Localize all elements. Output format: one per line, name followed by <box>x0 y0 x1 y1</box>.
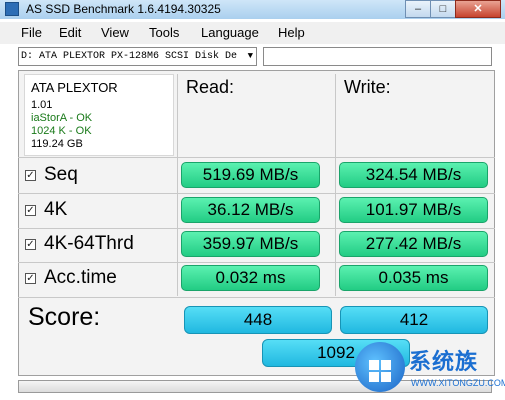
row-divider <box>18 297 495 298</box>
title-bar: AS SSD Benchmark 1.6.4194.30325 – □ ✕ <box>0 0 505 19</box>
watermark-logo-icon <box>355 342 405 392</box>
drive-select-value: D: ATA PLEXTOR PX-128M6 SCSI Disk De <box>21 51 238 62</box>
drive-model: ATA PLEXTOR <box>31 80 118 95</box>
window-title: AS SSD Benchmark 1.6.4194.30325 <box>26 2 221 16</box>
4k-label: 4K <box>44 199 68 220</box>
minimize-button[interactable]: – <box>405 0 431 18</box>
acctime-label: Acc.time <box>44 267 117 288</box>
watermark-url: WWW.XITONGZU.COM <box>411 378 505 388</box>
menu-file[interactable]: File <box>21 25 42 40</box>
write-header: Write: <box>344 77 391 97</box>
windows-logo-icon <box>369 360 391 382</box>
read-header: Read: <box>186 77 235 97</box>
menu-language[interactable]: Language <box>201 25 259 40</box>
drive-info-field[interactable] <box>263 47 492 66</box>
score-read: 448 <box>184 306 332 334</box>
watermark: 系统族 WWW.XITONGZU.COM <box>355 338 505 400</box>
app-icon <box>5 2 19 16</box>
menu-bar: File Edit View Tools Language Help <box>0 22 505 44</box>
drive-size: 119.24 GB <box>31 138 83 150</box>
seq-read-value: 519.69 MB/s <box>181 162 320 188</box>
4k-checkbox[interactable]: ✓ <box>25 205 36 216</box>
row-divider <box>18 262 495 263</box>
drive-info-box: ATA PLEXTOR 1.01 iaStorA - OK 1024 K - O… <box>24 74 174 156</box>
chevron-down-icon[interactable]: ▼ <box>248 48 253 65</box>
row-divider <box>18 157 495 158</box>
seq-checkbox[interactable]: ✓ <box>25 170 36 181</box>
close-button[interactable]: ✕ <box>455 0 501 18</box>
4k-read-value: 36.12 MB/s <box>181 197 320 223</box>
seq-write-value: 324.54 MB/s <box>339 162 488 188</box>
4k64-read-value: 359.97 MB/s <box>181 231 320 257</box>
acctime-read-value: 0.032 ms <box>181 265 320 291</box>
maximize-button[interactable]: □ <box>430 0 456 18</box>
menu-help[interactable]: Help <box>278 25 305 40</box>
4k64-write-value: 277.42 MB/s <box>339 231 488 257</box>
menu-edit[interactable]: Edit <box>59 25 81 40</box>
score-write: 412 <box>340 306 488 334</box>
drive-select[interactable]: D: ATA PLEXTOR PX-128M6 SCSI Disk De ▼ <box>18 47 257 66</box>
drive-firmware: 1.01 <box>31 99 53 111</box>
alignment-status: 1024 K - OK <box>31 125 92 137</box>
acctime-write-value: 0.035 ms <box>339 265 488 291</box>
4k64-checkbox[interactable]: ✓ <box>25 239 36 250</box>
menu-tools[interactable]: Tools <box>149 25 179 40</box>
4k-write-value: 101.97 MB/s <box>339 197 488 223</box>
row-divider <box>18 228 495 229</box>
row-divider <box>18 193 495 194</box>
watermark-text: 系统族 <box>409 349 479 374</box>
menu-view[interactable]: View <box>101 25 129 40</box>
score-label: Score: <box>28 303 101 331</box>
4k64-label: 4K-64Thrd <box>44 233 134 254</box>
acctime-checkbox[interactable]: ✓ <box>25 273 36 284</box>
driver-status: iaStorA - OK <box>31 112 93 124</box>
seq-label: Seq <box>44 164 78 185</box>
